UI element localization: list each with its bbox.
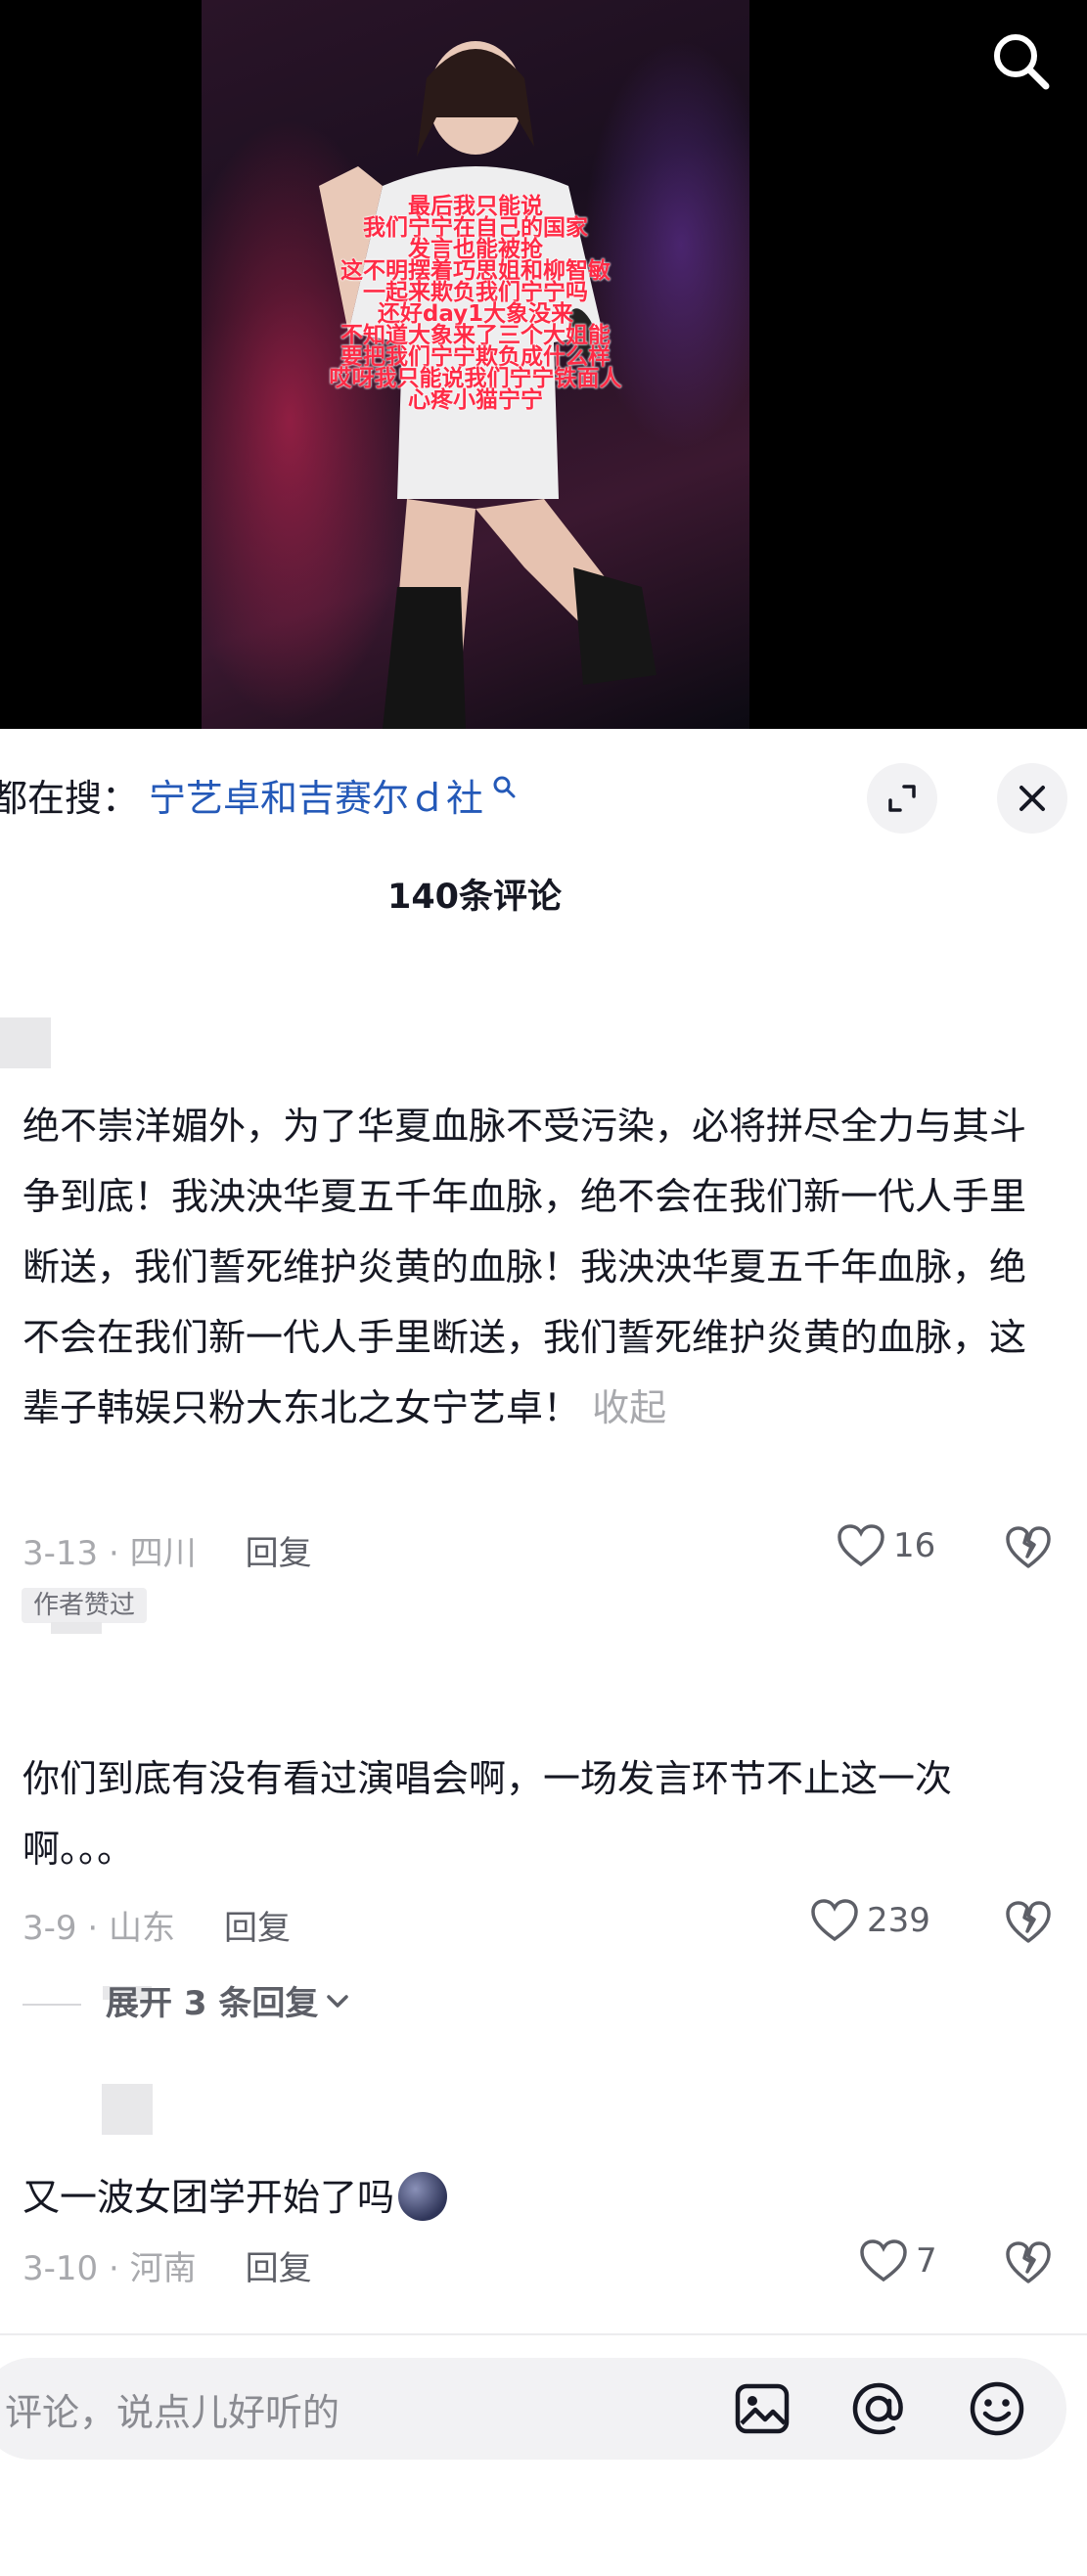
username-placeholder[interactable] <box>0 1017 51 1068</box>
like-button[interactable]: 7 <box>859 2238 937 2283</box>
broken-heart-icon <box>1006 2241 1051 2283</box>
image-icon <box>735 2383 790 2434</box>
comment-meta: 3-13 · 四川 回复 <box>23 1526 312 1574</box>
trending-search-bar[interactable]: 都在搜： 宁艺卓和吉赛尔ｄ社 <box>0 768 517 822</box>
expand-icon <box>888 785 916 812</box>
caption-line: 要把我们宁宁欺负成什么样 <box>340 344 611 370</box>
like-count: 7 <box>916 2241 937 2281</box>
close-button[interactable] <box>997 763 1067 834</box>
reply-button[interactable]: 回复 <box>246 2241 312 2289</box>
like-button[interactable]: 16 <box>837 1523 935 1568</box>
comment-date-location: 3-9 · 山东 <box>23 1909 175 1948</box>
caption-line: 心疼小猫宁宁 <box>408 387 543 413</box>
comment-body: 绝不崇洋媚外，为了华夏血脉不受污染，必将拼尽全力与其斗争到底！我泱泱华夏五千年血… <box>23 1105 1027 1429</box>
mention-button[interactable] <box>844 2374 913 2443</box>
comment-meta: 3-10 · 河南 回复 <box>23 2241 312 2289</box>
comment-text: 你们到底有没有看过演唱会啊，一场发言环节不止这一次啊。。。 <box>23 1743 1040 1884</box>
caption-line: 发言也能被抢 <box>408 237 543 262</box>
video-caption-overlay: 最后我只能说 我们宁宁在自己的国家 发言也能被抢 这不明摆着巧思姐和柳智敏 一起… <box>202 194 749 413</box>
trending-topic-link[interactable]: 宁艺卓和吉赛尔ｄ社 <box>149 768 483 822</box>
video-frame: 最后我只能说 我们宁宁在自己的国家 发言也能被抢 这不明摆着巧思姐和柳智敏 一起… <box>202 0 749 729</box>
comment-input[interactable]: 评论，说点儿好听的 <box>5 2382 340 2436</box>
trending-prefix: 都在搜： <box>0 776 140 820</box>
video-player[interactable]: 最后我只能说 我们宁宁在自己的国家 发言也能被抢 这不明摆着巧思姐和柳智敏 一起… <box>0 0 1087 729</box>
comment-meta: 3-9 · 山东 回复 <box>23 1901 291 1949</box>
broken-heart-icon <box>1006 1526 1051 1568</box>
dislike-button[interactable] <box>1004 2238 1053 2287</box>
image-button[interactable] <box>728 2374 796 2443</box>
caption-line: 我们宁宁在自己的国家 <box>363 215 588 241</box>
expand-replies-label: 展开 3 条回复 <box>106 1984 319 2023</box>
author-liked-badge: 作者赞过 <box>22 1588 148 1623</box>
collapse-link[interactable]: 收起 <box>592 1386 666 1429</box>
like-count: 239 <box>867 1901 930 1940</box>
dislike-button[interactable] <box>1004 1523 1053 1572</box>
heart-icon <box>838 1524 884 1567</box>
search-button[interactable] <box>981 22 1060 100</box>
search-icon <box>994 34 1050 90</box>
dislike-button[interactable] <box>1004 1898 1053 1947</box>
caption-line: 还好day1大象没来 <box>377 301 574 327</box>
expand-fullscreen-button[interactable] <box>867 763 937 834</box>
reply-thread-line <box>23 2004 81 2006</box>
moon-emoji-icon <box>398 2171 448 2221</box>
comment-body: 又一波女团学开始了吗 <box>23 2176 395 2219</box>
at-sign-icon <box>852 2382 903 2435</box>
expand-replies-button[interactable]: 展开 3 条回复 <box>106 1976 351 2024</box>
caption-line: 最后我只能说 <box>408 194 543 219</box>
comment-text: 绝不崇洋媚外，为了华夏血脉不受污染，必将拼尽全力与其斗争到底！我泱泱华夏五千年血… <box>23 1091 1040 1443</box>
reply-button[interactable]: 回复 <box>224 1901 291 1949</box>
heart-icon <box>860 2239 907 2282</box>
like-count: 16 <box>893 1526 936 1565</box>
emoji-button[interactable] <box>963 2374 1031 2443</box>
comment-text: 又一波女团学开始了吗 <box>23 2162 1040 2233</box>
broken-heart-icon <box>1006 1901 1051 1943</box>
chevron-down-icon <box>327 1994 349 2008</box>
comment-sheet: 都在搜： 宁艺卓和吉赛尔ｄ社 140条评论 绝不崇洋媚外，为了华夏血脉不受污染，… <box>0 729 1087 2576</box>
smiley-icon <box>970 2381 1024 2436</box>
comment-date-location: 3-10 · 河南 <box>23 2249 197 2288</box>
caption-line: 这不明摆着巧思姐和柳智敏 <box>340 258 611 284</box>
caption-line: 哎呀我只能说我们宁宁铁面人 <box>329 366 622 391</box>
small-search-icon <box>493 776 516 798</box>
divider <box>0 2333 1087 2335</box>
reply-button[interactable]: 回复 <box>246 1526 312 1574</box>
caption-line: 不知道大象来了三个大姐能 <box>340 323 611 348</box>
username-placeholder[interactable] <box>102 2084 153 2135</box>
comment-count: 140条评论 <box>386 878 563 917</box>
comment-date-location: 3-13 · 四川 <box>23 1534 197 1573</box>
like-button[interactable]: 239 <box>810 1898 930 1943</box>
comment-body: 你们到底有没有看过演唱会啊，一场发言环节不止这一次啊。。。 <box>23 1757 953 1871</box>
close-icon <box>1019 786 1045 811</box>
heart-icon <box>811 1899 858 1942</box>
caption-line: 一起来欺负我们宁宁吗 <box>363 280 588 305</box>
username-placeholder[interactable] <box>51 1622 102 1634</box>
